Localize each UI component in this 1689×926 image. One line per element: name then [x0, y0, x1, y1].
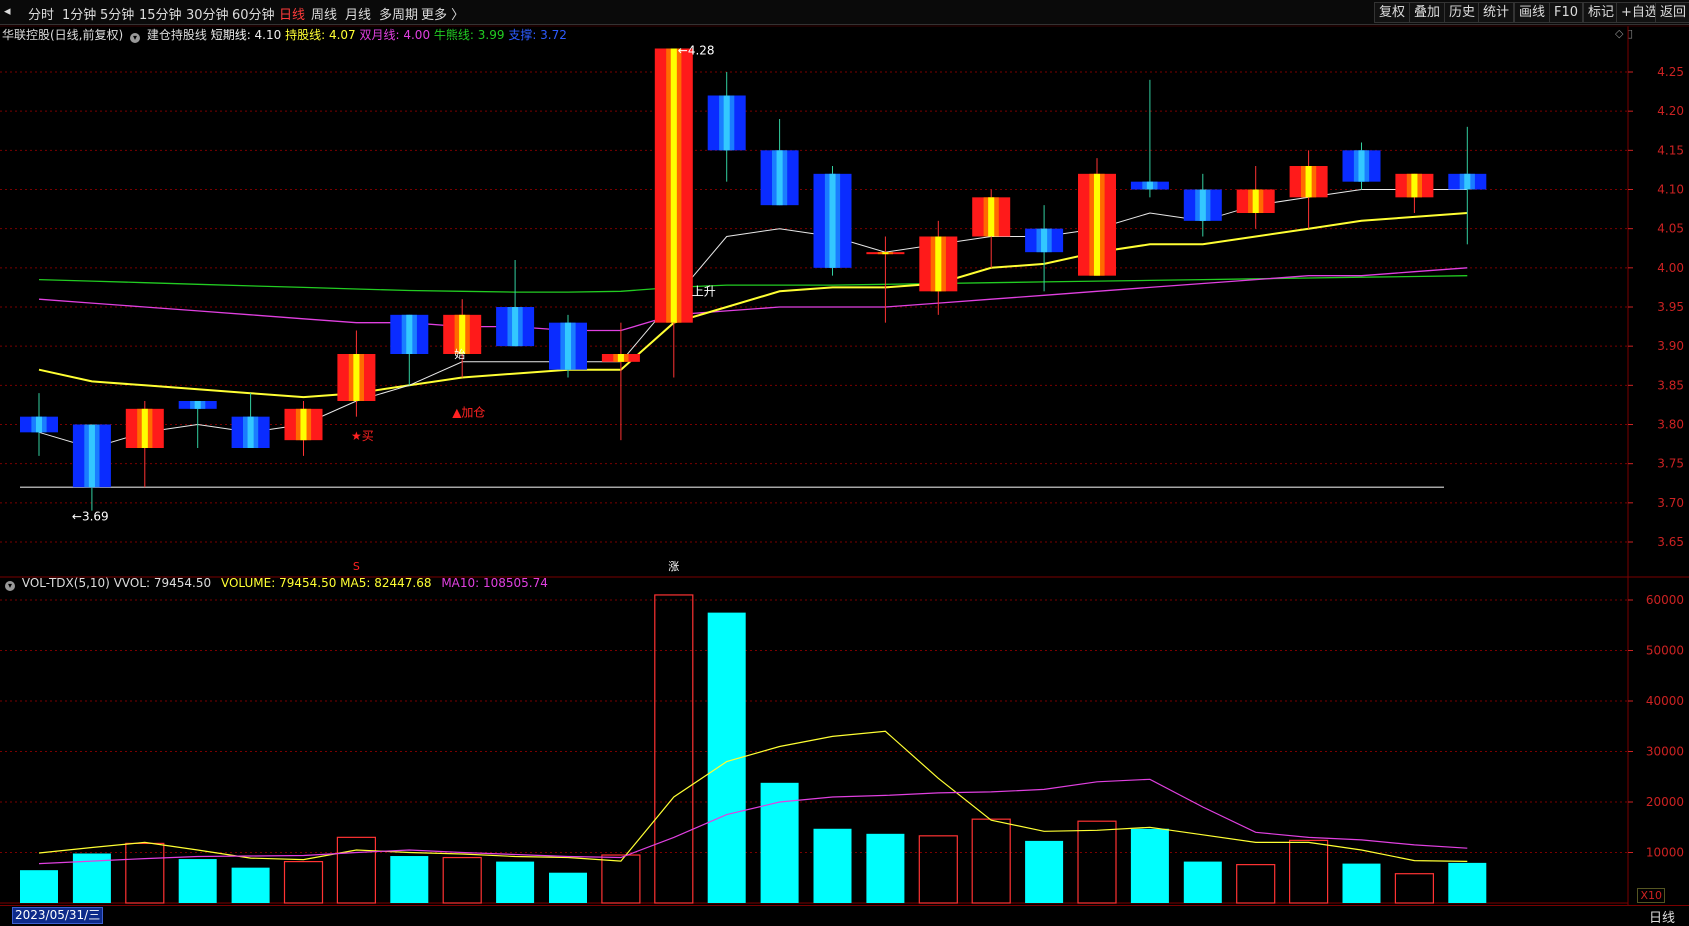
candle-center [1411, 173, 1418, 198]
buy-signal-label: ★买 [351, 429, 374, 443]
volume-bar-up[interactable] [442, 856, 482, 904]
bull-bear-line [38, 275, 1468, 293]
candle-center [1358, 150, 1365, 182]
volume-bar-down[interactable] [1025, 840, 1064, 903]
volume-bar-down[interactable] [496, 861, 535, 903]
price-tick-label: 4.20 [1657, 104, 1684, 118]
candle-center [247, 416, 254, 448]
volume-bar-up[interactable] [601, 854, 641, 904]
price-tick-label: 4.25 [1657, 65, 1684, 79]
candle-center [300, 408, 307, 441]
add-position-label: ▲加仓 [452, 406, 485, 420]
hold-line [38, 212, 1468, 399]
volume-tick-label: 40000 [1646, 694, 1684, 708]
price-tick-label: 3.75 [1657, 457, 1684, 471]
volume-bar-down[interactable] [866, 833, 905, 903]
candle-center [1305, 166, 1312, 198]
candle-center [1199, 189, 1206, 221]
volume-bar-up[interactable] [1077, 820, 1117, 904]
candle-center [1146, 181, 1153, 190]
volume-tick-label: 30000 [1646, 745, 1684, 759]
volume-tick-label: 20000 [1646, 795, 1684, 809]
high-price-label: ←4.28 [678, 44, 715, 58]
price-tick-label: 4.05 [1657, 222, 1684, 236]
volume-bar-down[interactable] [1183, 861, 1222, 903]
volume-ma5-line [38, 730, 1468, 862]
scale-badge[interactable]: X10 [1637, 888, 1665, 903]
volume-bar-down[interactable] [1130, 828, 1169, 903]
volume-bar-up[interactable] [654, 594, 694, 904]
price-tick-label: 3.80 [1657, 418, 1684, 432]
candle-center [776, 150, 783, 206]
volume-bar-up[interactable] [971, 818, 1011, 904]
volume-bar-down[interactable] [178, 859, 217, 903]
start-label: 始 [454, 347, 465, 361]
candle-center [1093, 173, 1101, 276]
candle-center [406, 314, 413, 354]
candle-center [723, 95, 730, 151]
candle-center [1252, 189, 1259, 213]
volume-bar-down[interactable] [813, 828, 852, 903]
volume-bar-up[interactable] [1288, 839, 1329, 904]
volume-bar-down[interactable] [20, 870, 58, 903]
rise-label: 上升 [692, 284, 716, 298]
price-tick-label: 3.90 [1657, 339, 1684, 353]
candle-center [35, 416, 43, 433]
candle-center [512, 307, 519, 347]
volume-bar-up[interactable] [283, 860, 324, 904]
volume-bar-up[interactable] [918, 835, 958, 904]
candle-center [935, 236, 942, 292]
candle-center [141, 408, 148, 448]
price-tick-label: 3.95 [1657, 300, 1684, 314]
signal-marker-zhang: 涨 [668, 560, 679, 573]
candle-center [564, 322, 572, 370]
candle-center [617, 354, 624, 362]
signal-marker-s: S [353, 560, 360, 573]
volume-bar-down[interactable] [1448, 862, 1487, 903]
price-tick-label: 3.70 [1657, 496, 1684, 510]
volume-tick-label: 60000 [1646, 593, 1684, 607]
candle-center [353, 354, 360, 401]
price-tick-label: 4.00 [1657, 261, 1684, 275]
candle-center [829, 173, 836, 268]
volume-bar-down[interactable] [1342, 863, 1381, 903]
volume-bar-up[interactable] [1236, 864, 1276, 904]
volume-bar-down[interactable] [549, 872, 587, 903]
candle-center [1464, 173, 1471, 190]
volume-bar-down[interactable] [231, 867, 270, 903]
candle-center [882, 252, 889, 255]
volume-tick-label: 10000 [1646, 846, 1684, 860]
volume-tick-label: 50000 [1646, 644, 1684, 658]
short-line [38, 189, 1468, 449]
cursor-date: 2023/05/31/三 [12, 907, 104, 924]
kline-chart[interactable]: 4.25 4.20 4.15 4.10 4.05 4.00 3.95 3.90 3.85 3.80… [0, 0, 1689, 923]
candle-center [988, 197, 995, 237]
volume-ma10-line [38, 778, 1468, 865]
volume-bar-down[interactable] [390, 856, 429, 903]
price-tick-label: 3.65 [1657, 535, 1684, 549]
price-tick-label: 4.15 [1657, 143, 1684, 157]
status-bar: 2023/05/31/三 日线 [0, 905, 1689, 926]
candle-center [1041, 228, 1048, 253]
period-indicator: 日线 [1648, 911, 1675, 926]
low-price-label: ←3.69 [72, 510, 109, 524]
volume-bar-up[interactable] [336, 836, 376, 904]
price-tick-label: 4.10 [1657, 183, 1684, 197]
candle-center [194, 401, 201, 409]
candle-center [670, 48, 677, 323]
price-tick-label: 3.85 [1657, 378, 1684, 392]
volume-bar-up[interactable] [1394, 873, 1435, 904]
candle-center [88, 424, 95, 488]
